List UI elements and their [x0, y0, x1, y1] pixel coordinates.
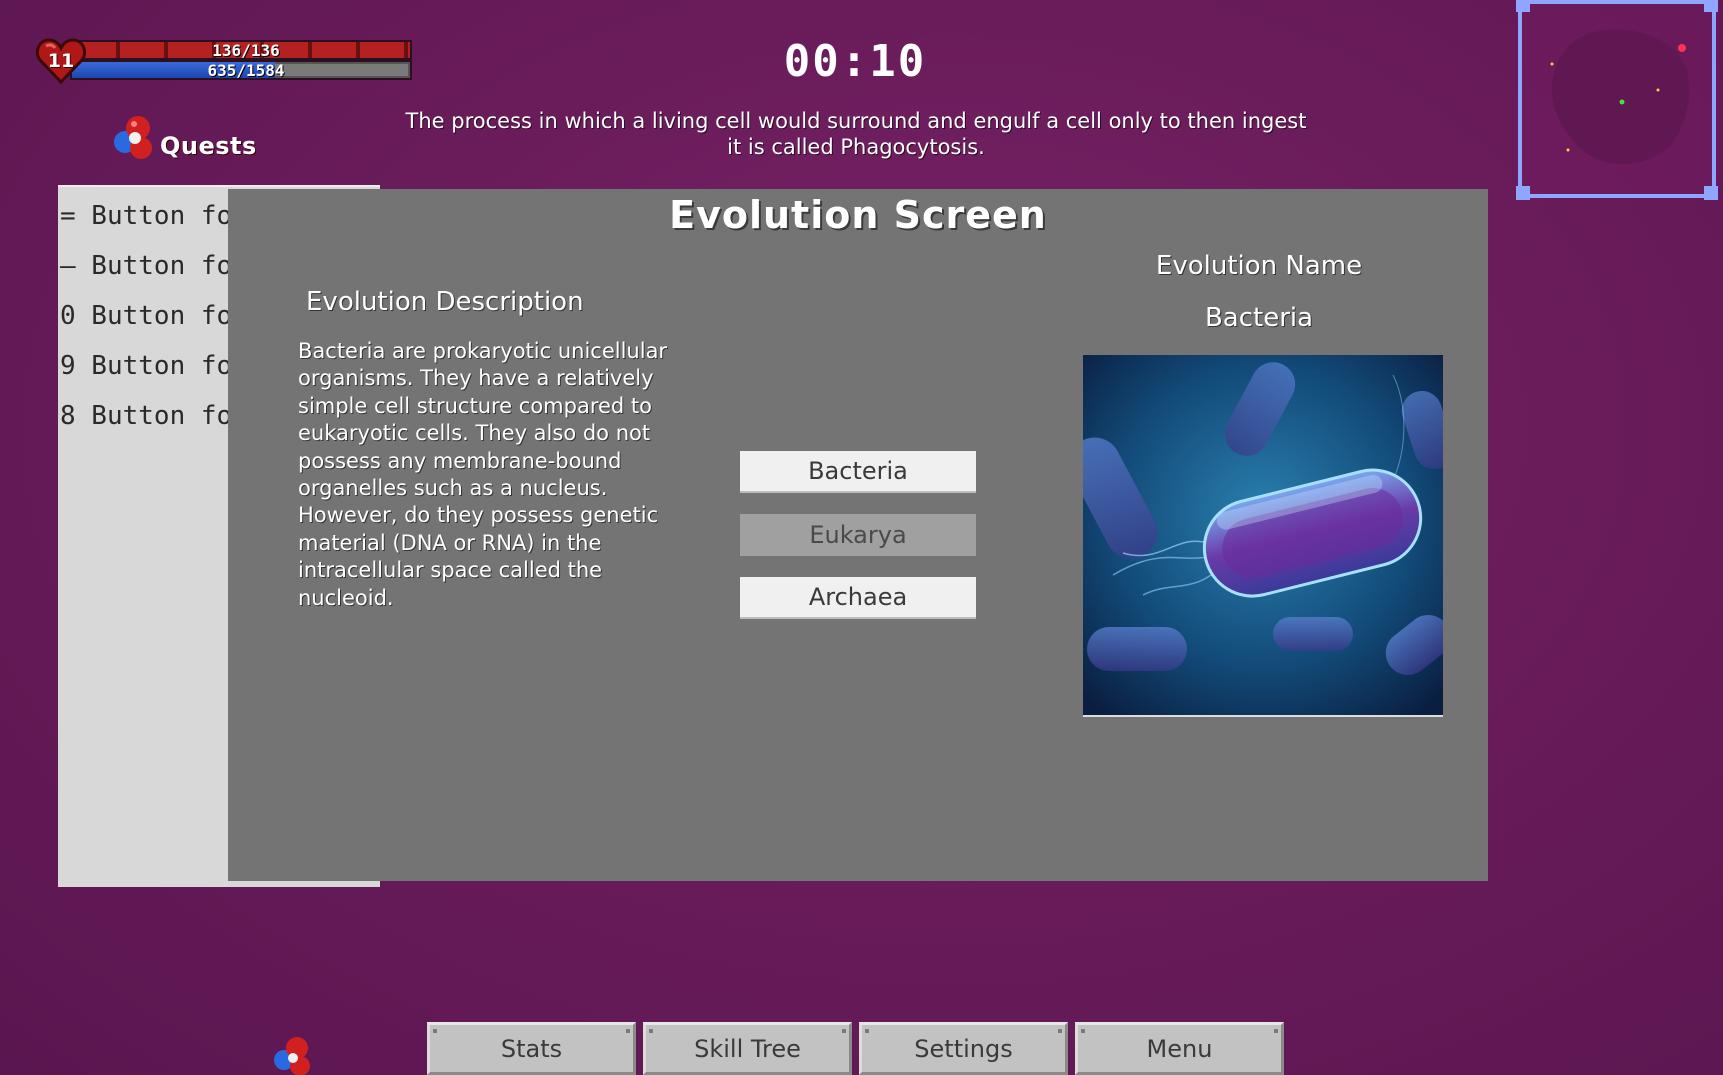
- side-item-equals[interactable]: = Button for: [60, 201, 248, 231]
- evolution-description: Bacteria are prokaryotic unicellular org…: [298, 339, 668, 610]
- player-level: 11: [47, 50, 75, 72]
- atom-icon-bottom: [274, 1037, 310, 1075]
- fact-banner: The process in which a living cell would…: [405, 109, 1307, 159]
- quests-label: Quests: [160, 132, 257, 160]
- menu-button[interactable]: Menu: [1075, 1022, 1284, 1075]
- option-bacteria-button[interactable]: Bacteria: [740, 451, 976, 493]
- stats-button[interactable]: Stats: [427, 1022, 636, 1075]
- evolution-name-value: Bacteria: [1204, 303, 1314, 333]
- evolution-screen: Evolution Screen Evolution Description B…: [228, 189, 1488, 881]
- minimap[interactable]: [1516, 0, 1718, 200]
- bacteria-image: [1083, 355, 1443, 717]
- atom-icon: [114, 116, 152, 159]
- player-status-hud: 11 136/136 635/1584: [36, 36, 412, 86]
- side-item-8[interactable]: 8 Button for: [60, 401, 248, 431]
- evolution-description-heading: Evolution Description: [306, 287, 584, 317]
- option-archaea-button[interactable]: Archaea: [740, 577, 976, 619]
- side-item-minus[interactable]: – Button for: [60, 251, 248, 281]
- side-item-9[interactable]: 9 Button for: [60, 351, 248, 381]
- evolution-title: Evolution Screen: [669, 193, 1047, 237]
- side-item-0[interactable]: 0 Button for: [60, 301, 248, 331]
- mana-text: 635/1584: [207, 61, 285, 80]
- settings-button[interactable]: Settings: [859, 1022, 1068, 1075]
- health-bar: 136/136: [70, 40, 412, 60]
- quests-button[interactable]: Quests: [110, 112, 257, 160]
- mana-bar: 635/1584: [70, 60, 412, 80]
- health-text: 136/136: [212, 41, 280, 60]
- option-eukarya-button[interactable]: Eukarya: [740, 514, 976, 556]
- heart-icon: 11: [36, 36, 86, 86]
- evolution-name-heading: Evolution Name: [1155, 251, 1363, 281]
- skill-tree-button[interactable]: Skill Tree: [643, 1022, 852, 1075]
